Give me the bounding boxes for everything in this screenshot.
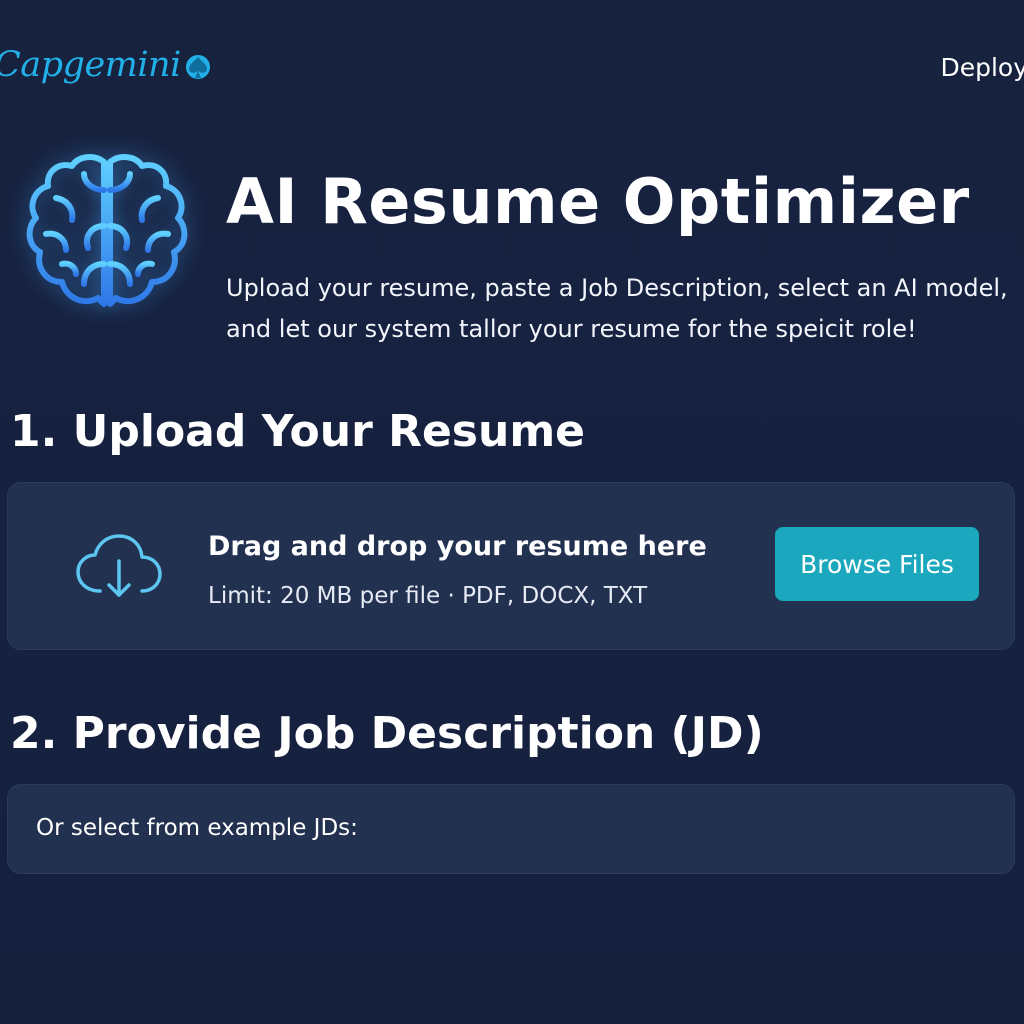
logo-spade-icon	[185, 54, 210, 79]
page-title: AI Resume Optimizer	[226, 165, 970, 238]
brain-icon	[26, 154, 188, 307]
example-jd-label: Or select from example JDs:	[36, 815, 358, 841]
jd-section-title: 2. Provide Job Description (JD)	[10, 708, 764, 759]
capgemini-logo: Capgemini	[0, 48, 213, 83]
jd-example-panel: Or select from example JDs:	[7, 784, 1015, 874]
file-dropzone[interactable]: Drag and drop your resume here Limit: 20…	[7, 482, 1015, 650]
logo-text: Capgemini	[0, 45, 181, 85]
deploy-button[interactable]: Deploy	[940, 55, 1024, 80]
browse-files-button[interactable]: Browse Files	[775, 527, 979, 601]
dropzone-limit-text: Limit: 20 MB per file · PDF, DOCX, TXT	[208, 583, 648, 609]
top-bar: Capgemini Deploy	[0, 0, 1024, 110]
dropzone-title: Drag and drop your resume here	[208, 531, 707, 562]
app-page: Capgemini Deploy AI Resume Optimizer Upl…	[0, 0, 1024, 1024]
page-subtitle: Upload your resume, paste a Job Descript…	[226, 274, 1008, 343]
upload-section-title: 1. Upload Your Resume	[10, 406, 586, 457]
cloud-download-icon	[76, 534, 162, 597]
